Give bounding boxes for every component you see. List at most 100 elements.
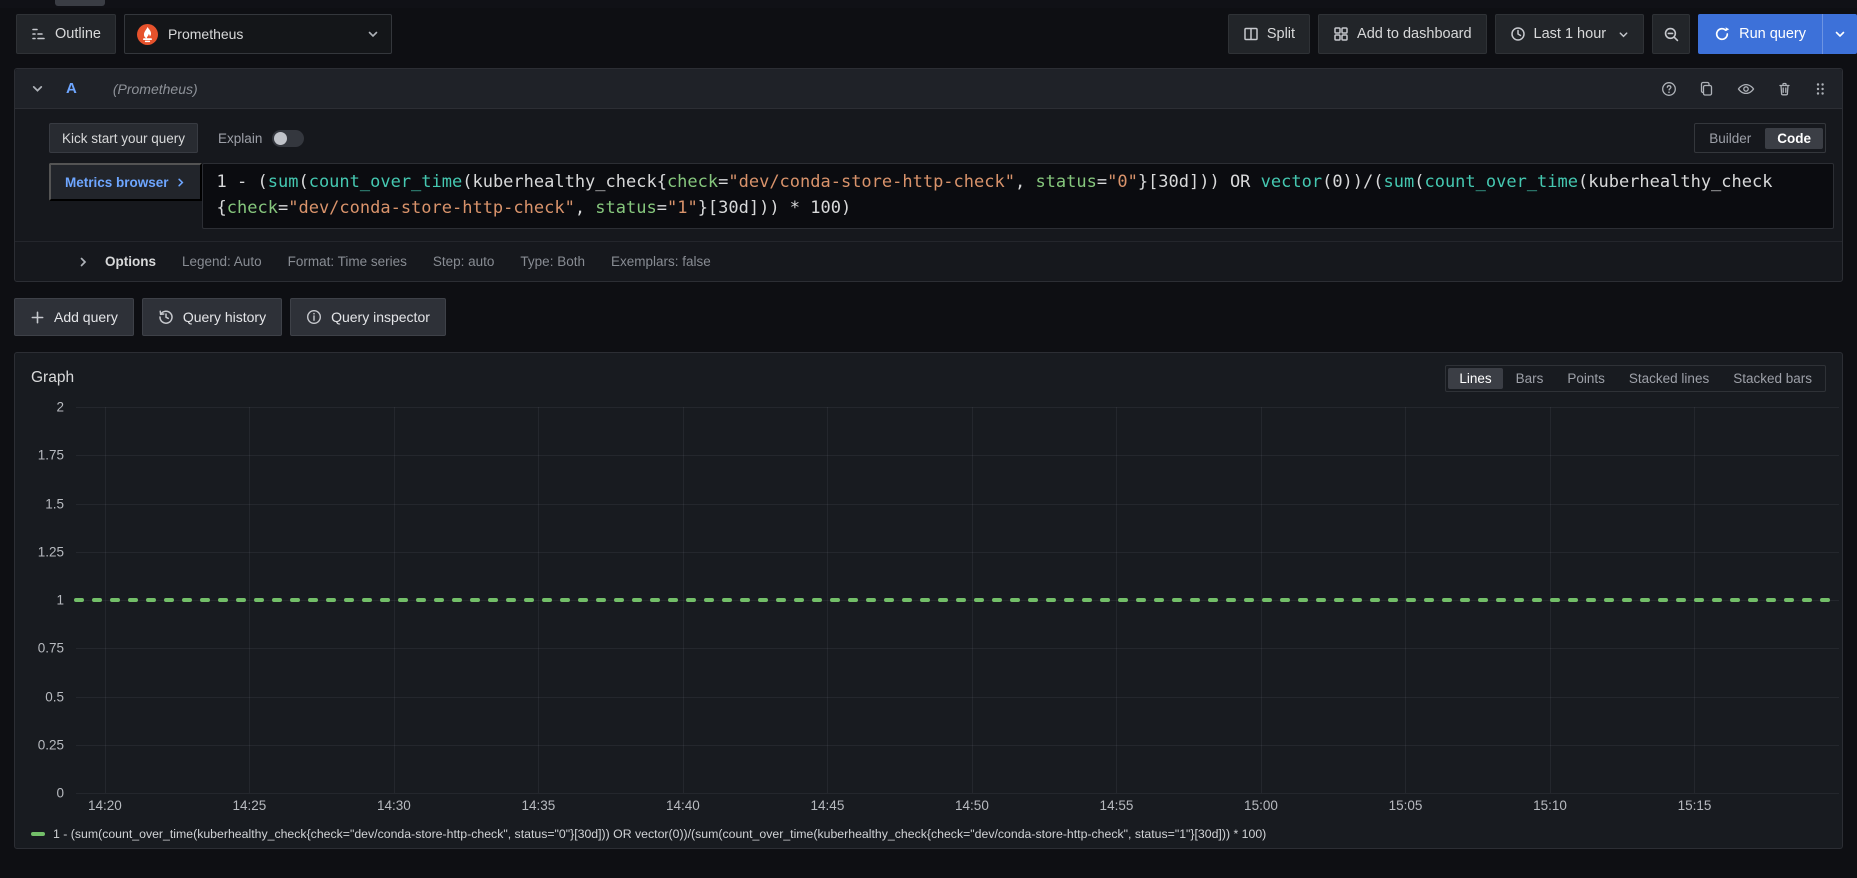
query-history-button[interactable]: Query history <box>141 298 283 336</box>
history-icon <box>158 309 174 325</box>
search-minus-icon <box>1663 26 1680 43</box>
option-legend: Legend: Auto <box>182 254 262 269</box>
options-label[interactable]: Options <box>105 254 156 269</box>
explain-control: Explain <box>218 129 305 147</box>
datasource-name: Prometheus <box>167 26 244 42</box>
x-tick-label: 14:25 <box>232 798 267 813</box>
graph-title: Graph <box>31 369 75 386</box>
kick-start-label: Kick start your query <box>62 130 186 146</box>
datasource-picker[interactable]: Prometheus <box>123 14 392 54</box>
explore-toolbar: Outline Prometheus Split Add to dashboar… <box>16 14 1857 54</box>
y-tick-label: 1 <box>56 592 64 608</box>
gridline-horizontal <box>76 793 1839 794</box>
zoom-out-button[interactable] <box>1652 14 1691 54</box>
mode-stacked-lines[interactable]: Stacked lines <box>1618 368 1720 389</box>
copy-icon[interactable] <box>1699 81 1715 97</box>
query-datasource-hint: (Prometheus) <box>112 80 198 97</box>
legend-item[interactable]: 1 - (sum(count_over_time(kuberhealthy_ch… <box>31 827 1266 841</box>
x-tick-label: 14:55 <box>1099 798 1134 813</box>
query-row-header[interactable]: A (Prometheus) <box>15 69 1842 109</box>
y-axis-labels: 2 1.75 1.5 1.25 1 0.75 0.5 0.25 0 <box>15 400 76 801</box>
y-tick-label: 0.75 <box>37 640 64 656</box>
x-tick-label: 15:10 <box>1533 798 1567 813</box>
plus-icon <box>30 310 45 325</box>
option-exemplars: Exemplars: false <box>610 254 711 269</box>
toggle-knob <box>274 131 288 145</box>
explain-toggle[interactable] <box>272 129 305 147</box>
query-ref-id[interactable]: A <box>66 80 77 97</box>
x-tick-label: 15:00 <box>1244 798 1278 813</box>
chart-plot-area[interactable] <box>74 407 1841 794</box>
trash-icon[interactable] <box>1777 81 1792 97</box>
info-circle-icon <box>306 309 322 325</box>
add-query-label: Add query <box>54 309 118 325</box>
x-axis-labels: 14:20 14:25 14:30 14:35 14:40 14:45 14:50 14:55… <box>76 798 1839 818</box>
help-icon[interactable] <box>1661 81 1677 97</box>
query-options-row[interactable]: Options Legend: Auto Format: Time series… <box>15 241 1842 281</box>
mode-points[interactable]: Points <box>1556 368 1616 389</box>
y-tick-label: 0.5 <box>45 689 64 704</box>
drag-handle-icon[interactable] <box>1814 81 1826 97</box>
promql-editor[interactable]: 1 - (sum(count_over_time(kuberhealthy_ch… <box>201 163 1834 229</box>
query-actions-row: Add query Query history Query inspector <box>14 298 1843 336</box>
chevron-down-icon <box>367 28 379 40</box>
chevron-right-icon[interactable] <box>77 256 89 268</box>
split-icon <box>1243 26 1259 42</box>
y-tick-label: 1.25 <box>37 544 64 560</box>
run-query-main[interactable]: Run query <box>1698 14 1822 54</box>
promql-editor-row: Metrics browser 1 - (sum(count_over_time… <box>15 153 1842 229</box>
mode-bars[interactable]: Bars <box>1505 368 1555 389</box>
add-to-dashboard-button[interactable]: Add to dashboard <box>1318 14 1487 54</box>
query-editor-panel: A (Prometheus) Kick start your query Exp… <box>14 68 1843 282</box>
y-tick-label: 0.25 <box>37 737 64 753</box>
metrics-browser-button[interactable]: Metrics browser <box>49 163 202 201</box>
y-tick-label: 2 <box>56 399 64 415</box>
x-tick-label: 14:50 <box>955 798 989 813</box>
y-tick-label: 1.5 <box>45 496 64 511</box>
run-query-button[interactable]: Run query <box>1698 14 1857 54</box>
x-tick-label: 14:40 <box>666 798 700 813</box>
run-query-label: Run query <box>1739 26 1806 42</box>
collapse-chevron-icon[interactable] <box>31 82 44 95</box>
top-edge-tab <box>55 0 105 6</box>
mode-lines[interactable]: Lines <box>1448 368 1503 389</box>
option-step: Step: auto <box>432 254 495 269</box>
query-inspector-button[interactable]: Query inspector <box>290 298 446 336</box>
y-tick-label: 0 <box>56 785 64 801</box>
metrics-browser-label: Metrics browser <box>65 174 169 190</box>
clock-icon <box>1510 26 1526 42</box>
eye-icon[interactable] <box>1737 81 1755 97</box>
editor-mode-toggle: Builder Code <box>1694 123 1826 153</box>
builder-tab[interactable]: Builder <box>1697 128 1763 149</box>
add-to-dashboard-label: Add to dashboard <box>1357 26 1472 42</box>
outline-button[interactable]: Outline <box>16 14 116 54</box>
query-editor-toolbar: Kick start your query Explain Builder Co… <box>15 109 1842 153</box>
x-tick-label: 14:20 <box>87 798 122 813</box>
prometheus-icon <box>136 23 158 45</box>
legend-series-swatch <box>31 832 45 836</box>
kick-start-button[interactable]: Kick start your query <box>49 123 199 153</box>
apps-icon <box>1333 26 1349 42</box>
split-label: Split <box>1266 26 1296 42</box>
time-range-picker[interactable]: Last 1 hour <box>1494 14 1645 54</box>
split-button[interactable]: Split <box>1227 14 1311 54</box>
y-tick-label: 1.75 <box>37 447 64 463</box>
chevron-down-icon <box>1618 29 1629 40</box>
top-edge <box>0 0 1857 8</box>
code-tab[interactable]: Code <box>1765 127 1823 149</box>
x-tick-label: 15:15 <box>1677 798 1712 813</box>
toolbar-right-group: Split Add to dashboard Last 1 hour Run q… <box>1227 14 1857 54</box>
graph-mode-selector: Lines Bars Points Stacked lines Stacked … <box>1445 365 1826 392</box>
x-tick-label: 14:30 <box>377 798 411 813</box>
run-query-caret[interactable] <box>1822 14 1857 54</box>
mode-stacked-bars[interactable]: Stacked bars <box>1722 368 1823 389</box>
query-inspector-label: Query inspector <box>331 309 430 325</box>
x-tick-label: 14:35 <box>521 798 556 813</box>
outline-icon <box>31 26 47 42</box>
option-format: Format: Time series <box>287 254 407 269</box>
option-type: Type: Both <box>520 254 585 269</box>
x-tick-label: 15:05 <box>1388 798 1423 813</box>
outline-label: Outline <box>55 26 101 42</box>
add-query-button[interactable]: Add query <box>14 298 134 336</box>
query-history-label: Query history <box>182 309 267 325</box>
